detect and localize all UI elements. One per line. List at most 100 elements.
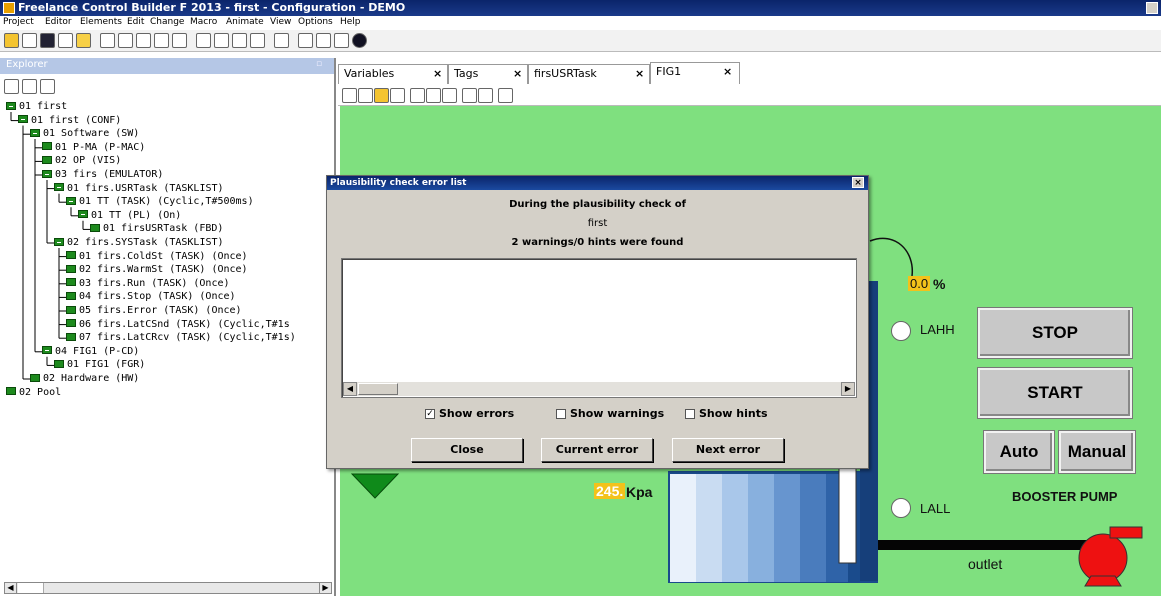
menu-elements[interactable]: Elements <box>80 17 122 27</box>
scroll-thumb[interactable] <box>358 383 398 395</box>
close-tab-icon[interactable]: × <box>723 63 732 81</box>
pointer-icon[interactable] <box>442 88 457 103</box>
explorer-h-scrollbar[interactable]: ◀ ▶ <box>4 582 332 594</box>
show-warnings-checkbox[interactable]: Show warnings <box>556 407 664 420</box>
cross-ref-icon[interactable] <box>232 33 247 48</box>
menu-change[interactable]: Change <box>150 17 184 27</box>
grid-icon[interactable] <box>274 33 289 48</box>
tree-item[interactable]: 01 TT (PL) (On) <box>78 210 181 223</box>
new-project-icon[interactable] <box>4 33 19 48</box>
tree-node-icon[interactable] <box>66 291 76 300</box>
show-hints-checkbox[interactable]: Show hints <box>685 407 768 420</box>
paste-icon[interactable] <box>154 33 169 48</box>
dialog-close-icon[interactable]: × <box>852 177 864 188</box>
tree-item[interactable]: 01 P-MA (P-MAC) <box>42 142 145 155</box>
tree-item[interactable]: 03 firs (EMULATOR) <box>42 169 163 182</box>
scroll-right-icon[interactable]: ▶ <box>841 382 855 396</box>
menu-editor[interactable]: Editor <box>45 17 72 27</box>
tree-item[interactable]: 04 firs.Stop (TASK) (Once) <box>66 291 236 304</box>
print-icon[interactable] <box>334 33 349 48</box>
tree-item[interactable]: 01 Software (SW) <box>30 128 139 141</box>
tree-item[interactable]: 02 Pool <box>6 387 61 400</box>
stop-button[interactable]: STOP <box>977 307 1133 359</box>
tree-node-icon[interactable] <box>66 251 76 260</box>
tree-node-icon[interactable] <box>66 332 76 341</box>
checkbox-box[interactable] <box>685 409 695 419</box>
error-list[interactable]: ◀ ▶ <box>341 258 857 398</box>
menu-view[interactable]: View <box>270 17 291 27</box>
check-icon[interactable] <box>58 33 73 48</box>
list-icon[interactable] <box>22 33 37 48</box>
booster-pump-icon[interactable] <box>1078 533 1128 583</box>
tree-item[interactable]: 01 TT (TASK) (Cyclic,T#500ms) <box>66 196 254 209</box>
color-icon[interactable] <box>462 88 477 103</box>
checkbox-box[interactable]: ✓ <box>425 409 435 419</box>
tree-node-icon[interactable] <box>66 278 76 287</box>
tree-node-icon[interactable] <box>18 115 28 124</box>
tree-item[interactable]: 01 firs.USRTask (TASKLIST) <box>54 183 224 196</box>
tree-node-icon[interactable] <box>6 387 16 396</box>
delete-icon[interactable] <box>172 33 187 48</box>
tree-item[interactable]: 04 FIG1 (P-CD) <box>42 346 139 359</box>
check-icon[interactable] <box>358 88 373 103</box>
help-icon[interactable] <box>352 33 367 48</box>
menu-options[interactable]: Options <box>298 17 333 27</box>
menu-project[interactable]: Project <box>3 17 34 27</box>
tree-node-icon[interactable] <box>66 264 76 273</box>
next-error-button[interactable]: Next error <box>672 438 784 462</box>
start-button[interactable]: START <box>977 367 1133 419</box>
menu-animate[interactable]: Animate <box>226 17 264 27</box>
tree-node-icon[interactable] <box>42 169 52 178</box>
manual-button[interactable]: Manual <box>1058 430 1136 474</box>
tree-node-icon[interactable] <box>78 210 88 219</box>
tree-item[interactable]: 06 firs.LatCSnd (TASK) (Cyclic,T#1s <box>66 319 290 332</box>
menu-help[interactable]: Help <box>340 17 361 27</box>
tree-item[interactable]: 05 firs.Error (TASK) (Once) <box>66 305 242 318</box>
minimize-button[interactable] <box>1146 2 1158 14</box>
line-icon[interactable] <box>426 88 441 103</box>
tree-node-icon[interactable] <box>90 223 100 232</box>
error-list-h-scrollbar[interactable]: ◀ ▶ <box>343 382 855 396</box>
tree-node-icon[interactable] <box>42 155 52 164</box>
tree-item[interactable]: 01 FIG1 (FGR) <box>54 359 145 372</box>
tab-tags[interactable]: Tags × <box>448 64 528 84</box>
tree-node-icon[interactable] <box>6 101 16 110</box>
refresh-icon[interactable] <box>390 88 405 103</box>
table-icon[interactable] <box>250 33 265 48</box>
tree-item[interactable]: 01 firsUSRTask (FBD) <box>90 223 223 236</box>
tree-item[interactable]: 07 firs.LatCRcv (TASK) (Cyclic,T#1s) <box>66 332 296 345</box>
close-tab-icon[interactable]: × <box>513 65 522 83</box>
pen-icon[interactable] <box>478 88 493 103</box>
tree-node-icon[interactable] <box>30 373 40 382</box>
current-error-button[interactable]: Current error <box>541 438 653 462</box>
checkbox-box[interactable] <box>556 409 566 419</box>
tree-item[interactable]: 01 first (CONF) <box>18 115 121 128</box>
network-icon[interactable] <box>298 33 313 48</box>
tree-node-icon[interactable] <box>66 305 76 314</box>
grid-icon[interactable] <box>498 88 513 103</box>
menu-macro[interactable]: Macro <box>190 17 217 27</box>
close-button[interactable]: Close <box>411 438 523 462</box>
tab-fig1[interactable]: FIG1 × <box>650 62 740 84</box>
tree-item[interactable]: 02 Hardware (HW) <box>30 373 139 386</box>
align-icon[interactable] <box>410 88 425 103</box>
warning-icon[interactable] <box>76 33 91 48</box>
tree-node-icon[interactable] <box>66 196 76 205</box>
auto-button[interactable]: Auto <box>983 430 1055 474</box>
undo-icon[interactable] <box>100 33 115 48</box>
tab-variables[interactable]: Variables × <box>338 64 448 84</box>
menu-edit[interactable]: Edit <box>127 17 144 27</box>
tools-icon[interactable] <box>316 33 331 48</box>
save-icon[interactable] <box>40 33 55 48</box>
close-tab-icon[interactable]: × <box>433 65 442 83</box>
show-errors-checkbox[interactable]: ✓ Show errors <box>425 407 514 420</box>
tree-item[interactable]: 02 firs.SYSTask (TASKLIST) <box>54 237 224 250</box>
tree-node-icon[interactable] <box>54 237 64 246</box>
copy-icon[interactable] <box>136 33 151 48</box>
save-icon[interactable] <box>342 88 357 103</box>
tree-node-icon[interactable] <box>54 183 64 192</box>
variables-icon[interactable] <box>196 33 211 48</box>
cut-icon[interactable] <box>118 33 133 48</box>
tree-item[interactable]: 01 firs.ColdSt (TASK) (Once) <box>66 251 248 264</box>
scroll-right-icon[interactable]: ▶ <box>319 583 331 593</box>
